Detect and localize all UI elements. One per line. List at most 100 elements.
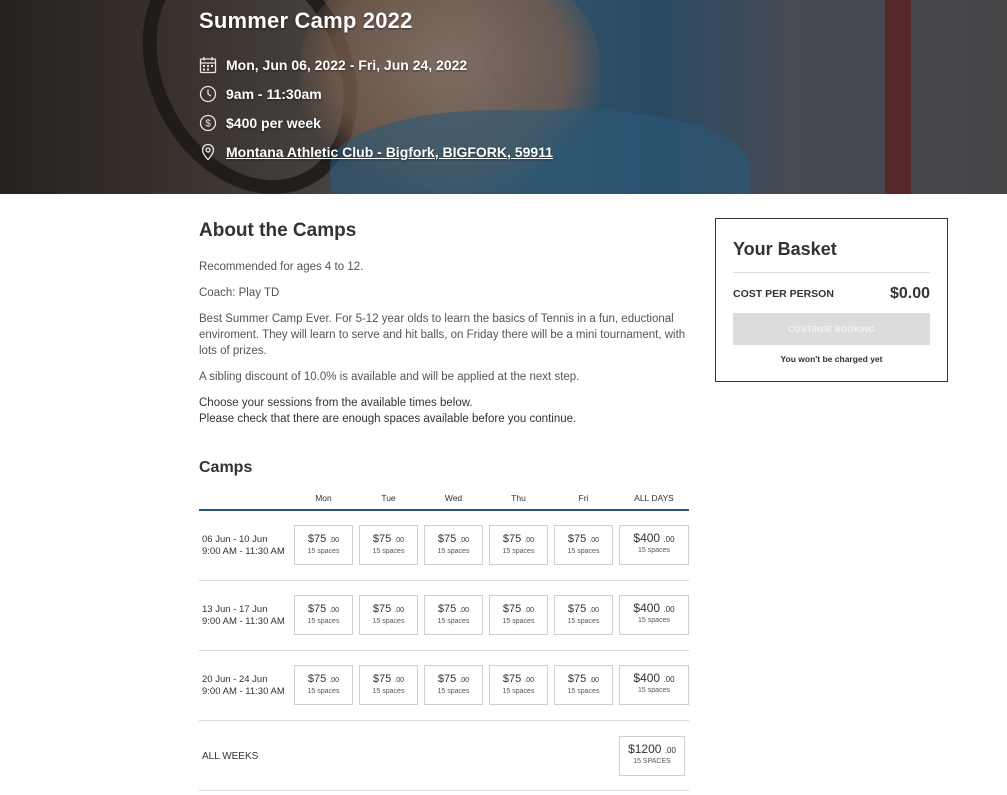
slot-spaces: 15 spaces <box>567 688 600 695</box>
slot-price-cents: .00 <box>394 537 405 544</box>
slot-price-cents: .00 <box>459 607 470 614</box>
slot-button-mon[interactable]: $75 .00 15 spaces <box>294 595 353 635</box>
slot-button-thu[interactable]: $75 .00 15 spaces <box>489 665 548 705</box>
about-heading: About the Camps <box>199 220 357 241</box>
about-instructions: Choose your sessions from the available … <box>199 395 691 427</box>
slot-spaces: 15 spaces <box>307 548 340 555</box>
slot-price-cents: .00 <box>459 677 470 684</box>
slot-price-dollars: $75 <box>567 533 587 545</box>
slot-price-cents: .00 <box>589 677 600 684</box>
slot-button-fri[interactable]: $75 .00 15 spaces <box>554 665 613 705</box>
slot-price-dollars: $75 <box>502 673 522 685</box>
event-location-row: Montana Athletic Club - Bigfork, BIGFORK… <box>199 137 553 166</box>
slot-price-dollars: $75 <box>502 603 522 615</box>
all-weeks-row: ALL WEEKS $1200 .00 15 SPACES <box>199 721 689 791</box>
slot-price: $400 .00 <box>620 672 688 686</box>
slot-spaces: 15 spaces <box>638 547 670 554</box>
slot-spaces: 15 spaces <box>638 687 670 694</box>
dollar-icon: $ <box>199 114 217 131</box>
all-weeks-label: ALL WEEKS <box>202 751 259 762</box>
about-coach: Coach: Play TD <box>199 287 280 299</box>
about-ages: Recommended for ages 4 to 12. <box>199 261 364 273</box>
slot-spaces: 15 spaces <box>437 548 470 555</box>
slot-price: $75 .00 <box>425 603 482 617</box>
slot-button-wed[interactable]: $75 .00 15 spaces <box>424 665 483 705</box>
slot-spaces: 15 spaces <box>437 688 470 695</box>
week-label: 06 Jun - 10 Jun 9:00 AM - 11:30 AM <box>202 534 285 558</box>
slot-button-tue[interactable]: $75 .00 15 spaces <box>359 525 418 565</box>
slot-spaces: 15 spaces <box>372 548 405 555</box>
slot-price-cents: .00 <box>394 677 405 684</box>
slot-button-fri[interactable]: $75 .00 15 spaces <box>554 525 613 565</box>
slot-price-dollars: $75 <box>307 673 327 685</box>
slot-price-dollars: $75 <box>307 533 327 545</box>
slot-button-wed[interactable]: $75 .00 15 spaces <box>424 525 483 565</box>
slot-button-mon[interactable]: $75 .00 15 spaces <box>294 525 353 565</box>
about-description: Best Summer Camp Ever. For 5-12 year old… <box>199 313 686 357</box>
event-dates: Mon, Jun 06, 2022 - Fri, Jun 24, 2022 <box>226 56 468 73</box>
slot-button-fri[interactable]: $75 .00 15 spaces <box>554 595 613 635</box>
camps-weeks: 06 Jun - 10 Jun 9:00 AM - 11:30 AM $75 .00… <box>199 511 689 721</box>
slot-button-tue[interactable]: $75 .00 15 spaces <box>359 595 418 635</box>
slot-price-cents: .00 <box>329 607 340 614</box>
slot-price: $75 .00 <box>555 603 612 617</box>
event-info-list: Mon, Jun 06, 2022 - Fri, Jun 24, 2022 9a… <box>199 50 553 166</box>
basket-note: You won't be charged yet <box>780 354 883 364</box>
header-all-days: ALL DAYS <box>634 493 674 503</box>
slot-button-all-days[interactable]: $400 .00 15 spaces <box>619 665 689 705</box>
slot-price-cents: .00 <box>663 605 675 614</box>
week-label: 20 Jun - 24 Jun 9:00 AM - 11:30 AM <box>202 674 285 698</box>
week-dates: 20 Jun - 24 Jun <box>202 674 268 685</box>
page-title: Summer Camp 2022 <box>199 8 413 33</box>
slot-spaces: 15 spaces <box>372 618 405 625</box>
event-location-link[interactable]: Montana Athletic Club - Bigfork, BIGFORK… <box>226 144 553 160</box>
header-wed: Wed <box>444 493 463 503</box>
slot-spaces: 15 spaces <box>372 688 405 695</box>
slot-button-tue[interactable]: $75 .00 15 spaces <box>359 665 418 705</box>
week-row: 06 Jun - 10 Jun 9:00 AM - 11:30 AM $75 .00… <box>199 511 689 581</box>
calendar-icon <box>199 56 217 73</box>
slot-price-dollars: $75 <box>567 673 587 685</box>
slot-button-thu[interactable]: $75 .00 15 spaces <box>489 595 548 635</box>
slot-button-wed[interactable]: $75 .00 15 spaces <box>424 595 483 635</box>
continue-booking-button[interactable]: CONTINUE BOOKING <box>733 313 930 345</box>
slot-price-cents: .00 <box>524 677 535 684</box>
slot-price: $75 .00 <box>295 533 352 547</box>
slot-price-cents: .00 <box>589 607 600 614</box>
about-section: About the Camps Recommended for ages 4 t… <box>199 218 691 427</box>
camps-table: Mon Tue Wed Thu Fri ALL DAYS 06 Jun - 10… <box>199 488 689 791</box>
week-row: 13 Jun - 17 Jun 9:00 AM - 11:30 AM $75 .00… <box>199 581 689 651</box>
week-dates: 06 Jun - 10 Jun <box>202 534 268 545</box>
slot-spaces: 15 SPACES <box>633 758 671 765</box>
event-time-row: 9am - 11:30am <box>199 79 553 108</box>
event-price-row: $ $400 per week <box>199 108 553 137</box>
slot-price-dollars: $75 <box>372 533 392 545</box>
event-dates-row: Mon, Jun 06, 2022 - Fri, Jun 24, 2022 <box>199 50 553 79</box>
instruction-line-2: Please check that there are enough space… <box>199 413 577 425</box>
slot-price-cents: .00 <box>589 537 600 544</box>
slot-price: $400 .00 <box>620 602 688 616</box>
slot-button-thu[interactable]: $75 .00 15 spaces <box>489 525 548 565</box>
slot-price: $75 .00 <box>295 603 352 617</box>
all-weeks-slot-button[interactable]: $1200 .00 15 SPACES <box>619 736 685 776</box>
slot-price: $75 .00 <box>360 603 417 617</box>
slot-button-all-days[interactable]: $400 .00 15 spaces <box>619 595 689 635</box>
slot-spaces: 15 spaces <box>307 618 340 625</box>
slot-button-mon[interactable]: $75 .00 15 spaces <box>294 665 353 705</box>
header-fri: Fri <box>578 493 589 503</box>
slot-button-all-days[interactable]: $400 .00 15 spaces <box>619 525 689 565</box>
slot-price: $1200 .00 <box>620 743 684 757</box>
hero-content: Summer Camp 2022 Mon, Jun 06, 2022 - Fri… <box>199 6 553 166</box>
header-mon: Mon <box>315 493 332 503</box>
slot-price: $75 .00 <box>490 603 547 617</box>
slot-spaces: 15 spaces <box>502 548 535 555</box>
week-label: 13 Jun - 17 Jun 9:00 AM - 11:30 AM <box>202 604 285 628</box>
slot-price-cents: .00 <box>394 607 405 614</box>
slot-price-cents: .00 <box>663 675 675 684</box>
slot-price: $75 .00 <box>490 673 547 687</box>
cost-per-person-label: COST PER PERSON <box>733 288 834 300</box>
slot-price-dollars: $75 <box>567 603 587 615</box>
slot-price-cents: .00 <box>663 535 675 544</box>
slot-spaces: 15 spaces <box>307 688 340 695</box>
slot-price-dollars: $75 <box>502 533 522 545</box>
